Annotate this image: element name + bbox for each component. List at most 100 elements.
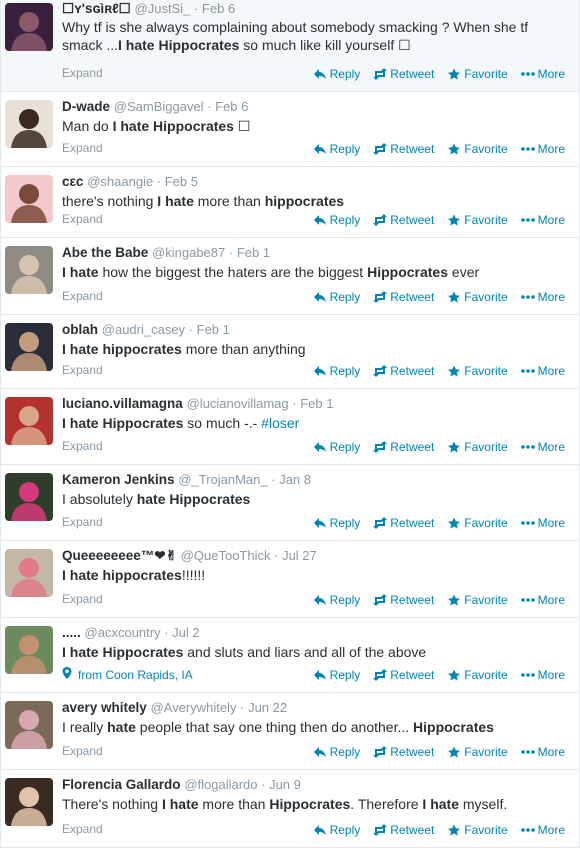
- expand-link[interactable]: Expand: [62, 744, 103, 758]
- retweet-button[interactable]: Retweet: [373, 67, 434, 81]
- favorite-button[interactable]: Favorite: [447, 364, 508, 378]
- user-handle[interactable]: @lucianovillamag: [187, 396, 289, 411]
- tweet-date[interactable]: Feb 5: [165, 174, 198, 189]
- favorite-button[interactable]: Favorite: [447, 823, 508, 837]
- favorite-button[interactable]: Favorite: [447, 668, 508, 682]
- reply-button[interactable]: Reply: [313, 516, 360, 530]
- reply-button[interactable]: Reply: [313, 213, 360, 227]
- tweet-date[interactable]: Jul 2: [172, 625, 199, 640]
- retweet-button[interactable]: Retweet: [373, 213, 434, 227]
- more-button[interactable]: More: [520, 364, 565, 378]
- user-name[interactable]: Kameron Jenkins: [62, 472, 175, 487]
- tweet[interactable]: oblah @audri_casey · Feb 1 I hate hippocr…: [1, 315, 579, 389]
- user-handle[interactable]: @flogallardo: [184, 777, 257, 792]
- avatar[interactable]: [5, 3, 53, 51]
- expand-link[interactable]: Expand: [62, 289, 103, 303]
- location-link[interactable]: from Coon Rapids, IA: [62, 667, 193, 682]
- retweet-button[interactable]: Retweet: [373, 823, 434, 837]
- user-name[interactable]: Florencia Gallardo: [62, 777, 181, 792]
- favorite-button[interactable]: Favorite: [447, 593, 508, 607]
- user-handle[interactable]: @SamBiggavel: [114, 99, 204, 114]
- more-button[interactable]: More: [520, 823, 565, 837]
- avatar[interactable]: [5, 549, 53, 597]
- more-button[interactable]: More: [520, 142, 565, 156]
- favorite-button[interactable]: Favorite: [447, 67, 508, 81]
- tweet[interactable]: avery whitely @Averywhitely · Jun 22 I re…: [1, 693, 579, 770]
- tweet-date[interactable]: Feb 1: [237, 245, 270, 260]
- reply-button[interactable]: Reply: [313, 440, 360, 454]
- user-name[interactable]: Queeeeeeee™❤︎✌︎: [62, 548, 177, 563]
- tweet[interactable]: D-wade @SamBiggavel · Feb 6 Man do I hate…: [1, 92, 579, 167]
- retweet-button[interactable]: Retweet: [373, 290, 434, 304]
- tweet-date[interactable]: Feb 1: [300, 396, 333, 411]
- avatar[interactable]: [5, 246, 53, 294]
- user-handle[interactable]: @_TrojanMan_: [178, 472, 267, 487]
- avatar[interactable]: [5, 397, 53, 445]
- favorite-button[interactable]: Favorite: [447, 213, 508, 227]
- avatar[interactable]: [5, 778, 53, 826]
- user-handle[interactable]: @QueTooThick: [181, 548, 271, 563]
- avatar[interactable]: [5, 473, 53, 521]
- tweet[interactable]: Abe the Babe @kingabe87 · Feb 1 I hate ho…: [1, 238, 579, 315]
- more-button[interactable]: More: [520, 440, 565, 454]
- user-name[interactable]: ☐ʏ'ѕɢìʀℓ☐: [62, 1, 131, 16]
- reply-button[interactable]: Reply: [313, 593, 360, 607]
- avatar[interactable]: [5, 323, 53, 371]
- user-handle[interactable]: @Averywhitely: [151, 700, 237, 715]
- expand-link[interactable]: Expand: [62, 439, 103, 453]
- avatar[interactable]: [5, 626, 53, 674]
- tweet-date[interactable]: Feb 1: [197, 322, 230, 337]
- more-button[interactable]: More: [520, 213, 565, 227]
- retweet-button[interactable]: Retweet: [373, 440, 434, 454]
- tweet-date[interactable]: Feb 6: [215, 99, 248, 114]
- user-name[interactable]: avery whitely: [62, 700, 147, 715]
- retweet-button[interactable]: Retweet: [373, 668, 434, 682]
- user-name[interactable]: oblah: [62, 322, 98, 337]
- tweet-date[interactable]: Jan 8: [279, 472, 311, 487]
- user-name[interactable]: .....: [62, 625, 81, 640]
- retweet-button[interactable]: Retweet: [373, 364, 434, 378]
- tweet-date[interactable]: Jun 22: [248, 700, 287, 715]
- favorite-button[interactable]: Favorite: [447, 290, 508, 304]
- expand-link[interactable]: Expand: [62, 363, 103, 377]
- tweet-date[interactable]: Feb 6: [202, 1, 235, 16]
- favorite-button[interactable]: Favorite: [447, 745, 508, 759]
- retweet-button[interactable]: Retweet: [373, 142, 434, 156]
- tweet[interactable]: luciano.villamagna @lucianovillamag · Fe…: [1, 389, 579, 465]
- more-button[interactable]: More: [520, 745, 565, 759]
- user-name[interactable]: luciano.villamagna: [62, 396, 183, 411]
- retweet-button[interactable]: Retweet: [373, 593, 434, 607]
- user-name[interactable]: ϲεϲ: [62, 174, 83, 189]
- tweet[interactable]: Kameron Jenkins @_TrojanMan_ · Jan 8 I ab…: [1, 465, 579, 541]
- more-button[interactable]: More: [520, 668, 565, 682]
- avatar[interactable]: [5, 701, 53, 749]
- tweet[interactable]: ϲεϲ @shaangie · Feb 5 there's nothing I h…: [1, 167, 579, 238]
- user-handle[interactable]: @shaangie: [87, 174, 153, 189]
- expand-link[interactable]: Expand: [62, 141, 103, 155]
- tweet[interactable]: Florencia Gallardo @flogallardo · Jun 9 T…: [1, 770, 579, 848]
- more-button[interactable]: More: [520, 290, 565, 304]
- user-name[interactable]: D-wade: [62, 99, 110, 114]
- reply-button[interactable]: Reply: [313, 668, 360, 682]
- avatar[interactable]: [5, 175, 53, 223]
- hashtag-link[interactable]: #loser: [261, 415, 299, 431]
- expand-link[interactable]: Expand: [62, 592, 103, 606]
- retweet-button[interactable]: Retweet: [373, 516, 434, 530]
- reply-button[interactable]: Reply: [313, 290, 360, 304]
- more-button[interactable]: More: [520, 516, 565, 530]
- reply-button[interactable]: Reply: [313, 745, 360, 759]
- more-button[interactable]: More: [520, 67, 565, 81]
- expand-link[interactable]: Expand: [62, 66, 103, 80]
- expand-link[interactable]: Expand: [62, 515, 103, 529]
- favorite-button[interactable]: Favorite: [447, 440, 508, 454]
- reply-button[interactable]: Reply: [313, 364, 360, 378]
- expand-link[interactable]: Expand: [62, 822, 103, 836]
- user-name[interactable]: Abe the Babe: [62, 245, 148, 260]
- user-handle[interactable]: @acxcountry: [85, 625, 161, 640]
- favorite-button[interactable]: Favorite: [447, 142, 508, 156]
- user-handle[interactable]: @audri_casey: [102, 322, 185, 337]
- more-button[interactable]: More: [520, 593, 565, 607]
- reply-button[interactable]: Reply: [313, 67, 360, 81]
- tweet-date[interactable]: Jun 9: [269, 777, 301, 792]
- tweet[interactable]: Queeeeeeee™❤︎✌︎ @QueTooThick · Jul 27 I h…: [1, 541, 579, 618]
